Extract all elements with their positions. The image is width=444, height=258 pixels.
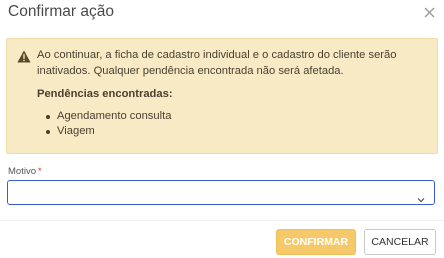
- close-icon[interactable]: [423, 6, 436, 19]
- pending-heading: Pendências encontradas:: [37, 88, 173, 100]
- alert-message: Ao continuar, a ficha de cadastro indivi…: [37, 49, 397, 77]
- motivo-select[interactable]: [7, 180, 435, 205]
- list-item: Viagem: [45, 124, 171, 139]
- warning-icon: [17, 50, 31, 63]
- required-marker: *: [37, 166, 42, 177]
- motivo-label-text: Motivo: [8, 166, 36, 177]
- dialog-header: Confirmar ação: [0, 0, 444, 28]
- dialog-title: Confirmar ação: [8, 3, 114, 20]
- pending-list: Agendamento consulta Viagem: [45, 109, 172, 139]
- chevron-down-icon: [417, 190, 425, 203]
- cancel-button[interactable]: CANCELAR: [364, 229, 436, 255]
- footer-divider: [0, 220, 444, 221]
- warning-alert: Ao continuar, a ficha de cadastro indivi…: [6, 38, 438, 154]
- list-item: Agendamento consulta: [45, 110, 172, 122]
- motivo-label: Motivo *: [8, 166, 42, 177]
- confirm-button[interactable]: CONFIRMAR: [276, 229, 356, 255]
